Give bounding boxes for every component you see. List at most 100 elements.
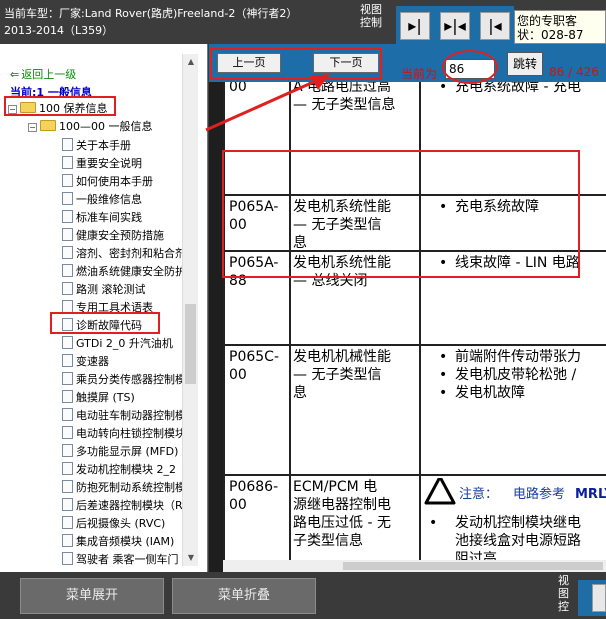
menu-expand-button[interactable]: 菜单展开	[20, 578, 164, 614]
dtc-description: 发电机机械性能 — 无子类型信 息	[293, 348, 409, 402]
table-row: P0686- 00 ECM/PCM 电 源继电器控制电 路电压过低 - 无 子类型…	[223, 478, 606, 560]
tree-item-label: 专用工具术语表	[76, 301, 153, 314]
tree-item[interactable]: GTDi 2_0 升汽油机	[62, 336, 173, 351]
document-icon	[62, 192, 73, 205]
tree-item[interactable]: 路测 滚轮测试	[62, 282, 146, 297]
tree-item[interactable]: 后差速器控制模块（RD	[62, 498, 191, 513]
tree-item[interactable]: 多功能显示屏 (MFD)	[62, 444, 178, 459]
left-arrow-icon: |◂	[488, 16, 502, 35]
document-icon	[62, 336, 73, 349]
dtc-description: 发电机系统性能 — 无子类型信 息	[293, 198, 409, 252]
tree-item[interactable]: 重要安全说明	[62, 156, 142, 171]
scroll-down-icon[interactable]: ▼	[183, 550, 199, 566]
current-node-link[interactable]: 当前:1 一般信息	[10, 84, 92, 100]
tooltip-line1: 您的专职客	[517, 14, 578, 28]
page-count-label: 86 / 426	[549, 65, 599, 79]
sidebar-scrollbar[interactable]: ▲ ▼	[182, 54, 198, 566]
tree-item-label: 关于本手册	[76, 139, 131, 152]
cause-item: 充电系统故障 - 充电	[433, 82, 606, 96]
bottom-nav-button[interactable]	[592, 584, 606, 612]
dtc-code: P065C- 00	[229, 349, 279, 383]
service-tooltip: 您的专职客 状：028-87	[514, 10, 606, 44]
view-control-label: 视图控制	[360, 3, 382, 29]
desc-line: 源继电器控制电	[293, 497, 391, 513]
row-divider	[223, 250, 606, 252]
tree-item-label: 重要安全说明	[76, 157, 142, 170]
view-split-button[interactable]: ▸|◂	[440, 12, 470, 40]
hscroll-thumb[interactable]	[343, 562, 603, 570]
tree-item[interactable]: 乘员分类传感器控制模块	[62, 372, 197, 387]
page-number-input[interactable]	[445, 59, 495, 79]
document-icon	[62, 228, 73, 241]
tree-item[interactable]: 一般维修信息	[62, 192, 142, 207]
back-link[interactable]: ⇐ 返回上一级	[10, 66, 76, 82]
dtc-causes: 充电系统故障 - 充电	[433, 82, 606, 96]
dtc-code: P065A- 88	[229, 255, 279, 289]
document-hscrollbar[interactable]	[223, 560, 606, 572]
cause-item: 发动机控制模块继电	[423, 514, 606, 532]
table-row: P065A-00 发电机系统性能 — 无子类型信 息 充电系统故障	[223, 198, 606, 252]
tree-item[interactable]: 发动机控制模块 2_2	[62, 462, 176, 477]
tree-item-label: 驾驶者 乘客一侧车门	[76, 553, 179, 566]
tree-item-selected[interactable]: 诊断故障代码	[62, 318, 142, 333]
current-model-label: 当前车型：厂家:Land Rover(路虎)Freeland-2（神行者2）	[4, 7, 298, 20]
back-arrow-icon: ⇐	[10, 68, 20, 81]
tree-item-label: 变速器	[76, 355, 109, 368]
document-icon	[62, 516, 73, 529]
jump-button[interactable]: 跳转	[507, 52, 543, 76]
document-icon	[62, 390, 73, 403]
tree-item[interactable]: 集成音频模块 (IAM)	[62, 534, 174, 549]
tree-item[interactable]: 变速器	[62, 354, 109, 369]
document-icon	[62, 300, 73, 313]
tree-item[interactable]: 后视摄像头 (RVC)	[62, 516, 165, 531]
folder-icon	[40, 120, 56, 131]
dtc-description: 发电机系统性能 — 总线关闭	[293, 254, 409, 290]
desc-line: ECM/PCM 电	[293, 479, 378, 495]
document-icon	[62, 552, 73, 565]
tree-sub-folder[interactable]: − 100—00 一般信息	[28, 120, 153, 134]
tree-item-label: 电动驻车制动器控制模块	[76, 409, 197, 422]
collapse-icon[interactable]: −	[8, 105, 17, 114]
row-divider	[223, 194, 606, 196]
tree-item-label: GTDi 2_0 升汽油机	[76, 337, 173, 350]
tree-item[interactable]: 防抱死制动系统控制模块	[62, 480, 197, 495]
header: 当前车型：厂家:Land Rover(路虎)Freeland-2（神行者2） 2…	[0, 0, 606, 44]
dtc-causes: 注意： 电路参考 MRLY 发动机控制模块继电 池接线盒对电源短路 阻过高	[423, 478, 606, 560]
tree-item[interactable]: 电动驻车制动器控制模块	[62, 408, 197, 423]
tree-item[interactable]: 驾驶者 乘客一侧车门	[62, 552, 179, 567]
collapse-icon[interactable]: −	[28, 123, 37, 132]
document-icon	[62, 264, 73, 277]
tree-item-label: 后视摄像头 (RVC)	[76, 517, 166, 530]
tree-item[interactable]: 关于本手册	[62, 138, 131, 153]
menu-collapse-button[interactable]: 菜单折叠	[172, 578, 316, 614]
tree-item-label: 诊断故障代码	[76, 319, 142, 332]
tree-item[interactable]: 如何使用本手册	[62, 174, 153, 189]
tree-item[interactable]: 电动转向柱锁控制模块	[62, 426, 186, 441]
scroll-up-icon[interactable]: ▲	[183, 54, 199, 70]
dtc-causes: 充电系统故障	[433, 198, 606, 216]
row-divider	[223, 344, 606, 346]
scroll-thumb[interactable]	[185, 304, 196, 384]
note-code-link[interactable]: MRLY	[575, 486, 606, 504]
tree-item[interactable]: 专用工具术语表	[62, 300, 153, 315]
dtc-description: ECM/PCM 电 源继电器控制电 路电压过低 - 无 子类型信息	[293, 478, 409, 550]
cause-item: 发电机故障	[433, 384, 606, 402]
document-icon	[62, 138, 73, 151]
tree-item-label: 后差速器控制模块（RD	[76, 499, 192, 512]
bottom-bar: 菜单展开 菜单折叠 视图控	[0, 572, 606, 619]
tree-item[interactable]: 标准车间实践	[62, 210, 142, 225]
document-icon	[62, 174, 73, 187]
desc-line: — 总线关闭	[293, 273, 368, 289]
tree-item[interactable]: 健康安全预防措施	[62, 228, 164, 243]
note-ref: 电路参考	[513, 487, 566, 502]
tree-item[interactable]: 触摸屏 (TS)	[62, 390, 135, 405]
current-page-label: 当前为	[401, 67, 438, 81]
view-left-button[interactable]: |◂	[480, 12, 510, 40]
desc-line: 发电机系统性能	[293, 255, 391, 271]
view-right-button[interactable]: ▸|	[400, 12, 430, 40]
tree-root-folder[interactable]: − 100 保养信息	[8, 102, 108, 116]
tree-item[interactable]: 燃油系统健康安全防护	[62, 264, 186, 279]
desc-line: 子类型信息	[293, 533, 363, 549]
cause-item: 前端附件传动带张力	[433, 348, 606, 366]
tree-item[interactable]: 溶剂、密封剂和粘合剂	[62, 246, 186, 261]
